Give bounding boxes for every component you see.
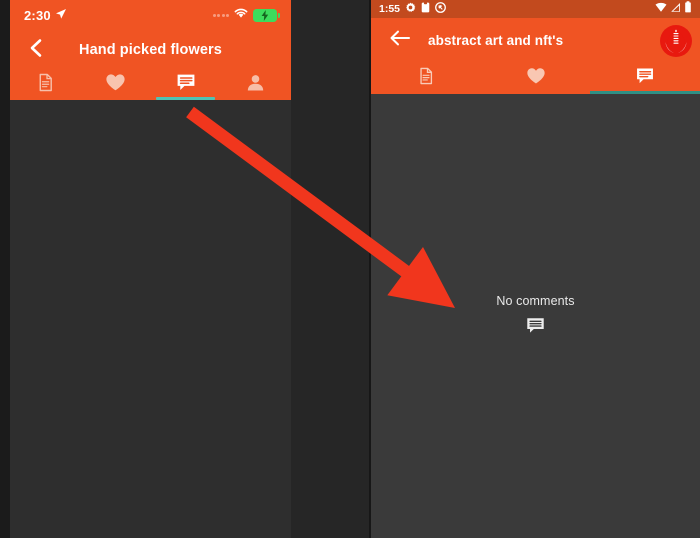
battery-charging-icon: [253, 8, 280, 22]
back-button-left[interactable]: [24, 38, 48, 62]
left-phone-panel: 2:30 Hand picked flowers: [10, 0, 291, 538]
left-tab-profile[interactable]: [221, 70, 291, 100]
panel-gap: [291, 0, 371, 538]
screenshot-root: 2:30 Hand picked flowers 1:55 abstract a…: [0, 0, 700, 538]
document-icon: [36, 73, 55, 97]
do-not-disturb-icon: [435, 0, 446, 18]
left-status-bar: 2:30: [10, 0, 291, 30]
right-status-bar: 1:55: [371, 0, 700, 18]
right-status-time: 1:55: [379, 3, 401, 15]
right-tab-details[interactable]: [371, 63, 481, 94]
right-status-right-group: [655, 0, 692, 18]
signal-dots-icon: [212, 13, 229, 17]
signal-icon: [670, 0, 681, 18]
document-icon: [417, 67, 435, 90]
person-icon: [246, 73, 265, 97]
left-tab-comments[interactable]: [151, 70, 221, 100]
chevron-left-icon: [27, 38, 45, 63]
right-tab-likes[interactable]: [481, 63, 591, 94]
left-tab-details[interactable]: [10, 70, 80, 100]
empty-state-message: No comments: [496, 294, 575, 308]
left-nav-bar: Hand picked flowers: [10, 30, 291, 70]
gear-icon: [405, 0, 416, 18]
battery-icon: [684, 0, 692, 18]
left-app-chrome: 2:30 Hand picked flowers: [10, 0, 291, 100]
right-page-title: abstract art and nft's: [428, 33, 564, 48]
empty-state: No comments: [371, 294, 700, 339]
lock-icon: [421, 0, 430, 18]
wifi-icon: [655, 0, 667, 18]
heart-icon: [105, 73, 126, 97]
comment-icon: [176, 73, 196, 97]
right-app-bar: abstract art and nft's: [371, 18, 700, 63]
left-content-area: [10, 100, 291, 538]
right-content-area: No comments: [371, 94, 700, 538]
left-status-time: 2:30: [24, 7, 51, 23]
left-status-time-group: 2:30: [24, 8, 67, 23]
left-tab-likes[interactable]: [80, 70, 150, 100]
comment-icon: [635, 67, 655, 90]
left-page-title: Hand picked flowers: [79, 42, 222, 58]
left-status-indicators: [212, 6, 280, 24]
arrow-left-icon: [389, 29, 411, 52]
app-logo-icon[interactable]: [660, 24, 692, 57]
left-tab-bar: [10, 70, 291, 100]
right-status-left-group: 1:55: [379, 0, 446, 18]
right-tab-comments[interactable]: [590, 63, 700, 94]
right-phone-panel: 1:55 abstract art and nft's No comments: [371, 0, 700, 538]
wifi-icon: [234, 6, 248, 24]
back-button-right[interactable]: [389, 30, 411, 52]
heart-icon: [526, 67, 546, 90]
right-tab-bar: [371, 63, 700, 94]
comment-icon: [526, 317, 545, 334]
location-arrow-icon: [55, 8, 67, 23]
